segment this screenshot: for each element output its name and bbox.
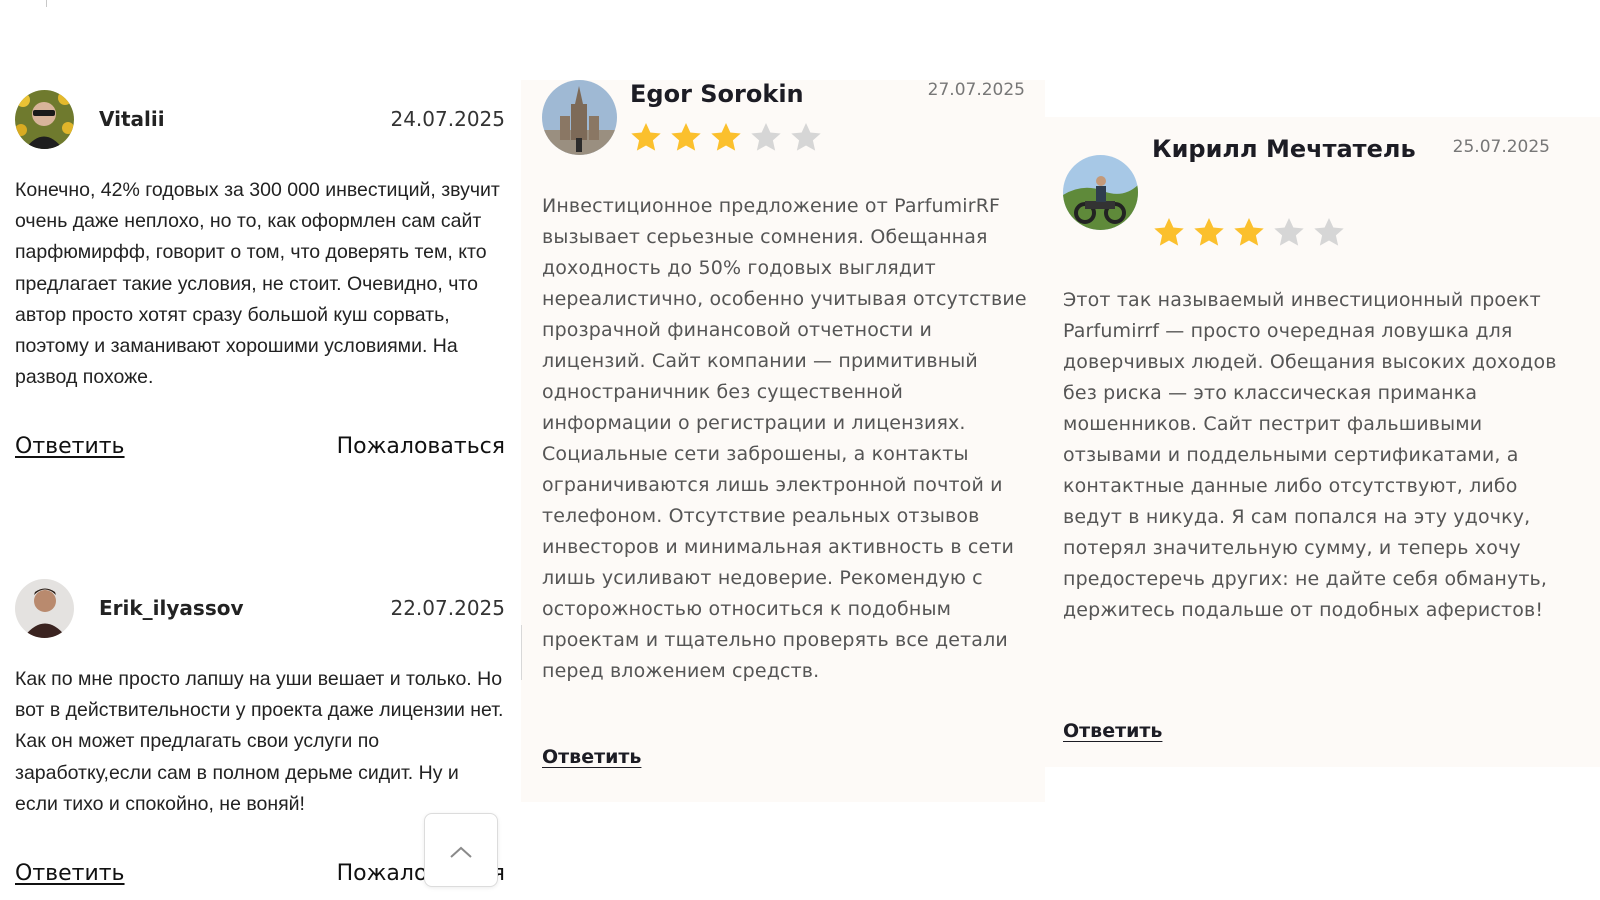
avatar bbox=[15, 90, 74, 149]
review-screenshot-card: Кирилл Мечтатель 25.07.2025 Этот так наз… bbox=[1045, 117, 1600, 767]
star-empty-icon bbox=[1314, 218, 1344, 246]
reply-link[interactable]: Ответить bbox=[15, 434, 125, 459]
review-date: 27.07.2025 bbox=[927, 80, 1025, 100]
star-icon bbox=[1194, 218, 1224, 246]
star-rating bbox=[628, 120, 824, 156]
reply-link[interactable]: Ответить bbox=[15, 861, 125, 886]
star-empty-icon bbox=[751, 123, 781, 151]
review-text: Этот так называемый инвестиционный проек… bbox=[1063, 289, 1557, 621]
divider bbox=[521, 625, 522, 680]
review-author: Кирилл Мечтатель bbox=[1152, 135, 1416, 163]
comment-author: Vitalii bbox=[99, 107, 165, 131]
comment-item: Vitalii 24.07.2025 Конечно, 42% годовых … bbox=[15, 90, 505, 464]
review-author: Egor Sorokin bbox=[630, 80, 804, 108]
star-icon bbox=[1234, 218, 1264, 246]
star-empty-icon bbox=[791, 123, 821, 151]
star-empty-icon bbox=[1274, 218, 1304, 246]
star-icon bbox=[711, 123, 741, 151]
avatar bbox=[1063, 155, 1138, 230]
report-link[interactable]: Пожаловаться bbox=[337, 434, 505, 459]
review-date: 25.07.2025 bbox=[1452, 137, 1550, 157]
comment-header: Vitalii 24.07.2025 bbox=[15, 90, 505, 150]
star-icon bbox=[631, 123, 661, 151]
avatar bbox=[542, 80, 617, 155]
comment-text: Конечно, 42% годовых за 300 000 инвестиц… bbox=[15, 179, 500, 389]
star-rating bbox=[1151, 215, 1347, 251]
comment-date: 24.07.2025 bbox=[390, 107, 505, 131]
reply-link[interactable]: Ответить bbox=[542, 746, 641, 768]
comment-date: 22.07.2025 bbox=[390, 596, 505, 620]
star-icon bbox=[671, 123, 701, 151]
review-text: Инвестиционное предложение от ParfumirRF… bbox=[542, 195, 1027, 682]
comment-header: Erik_ilyassov 22.07.2025 bbox=[15, 579, 505, 639]
review-screenshot-card: Egor Sorokin 27.07.2025 Инвестиционное п… bbox=[521, 80, 1045, 802]
reply-link[interactable]: Ответить bbox=[1063, 720, 1162, 742]
chevron-up-icon bbox=[450, 846, 472, 858]
star-icon bbox=[1154, 218, 1184, 246]
avatar bbox=[15, 579, 74, 638]
scroll-top-button[interactable] bbox=[424, 813, 498, 887]
comment-author: Erik_ilyassov bbox=[99, 596, 244, 620]
comment-text: Как по мне просто лапшу на уши вешает и … bbox=[15, 668, 504, 815]
top-divider-tick bbox=[46, 0, 47, 7]
comment-actions: Ответить Пожаловаться bbox=[15, 434, 505, 464]
